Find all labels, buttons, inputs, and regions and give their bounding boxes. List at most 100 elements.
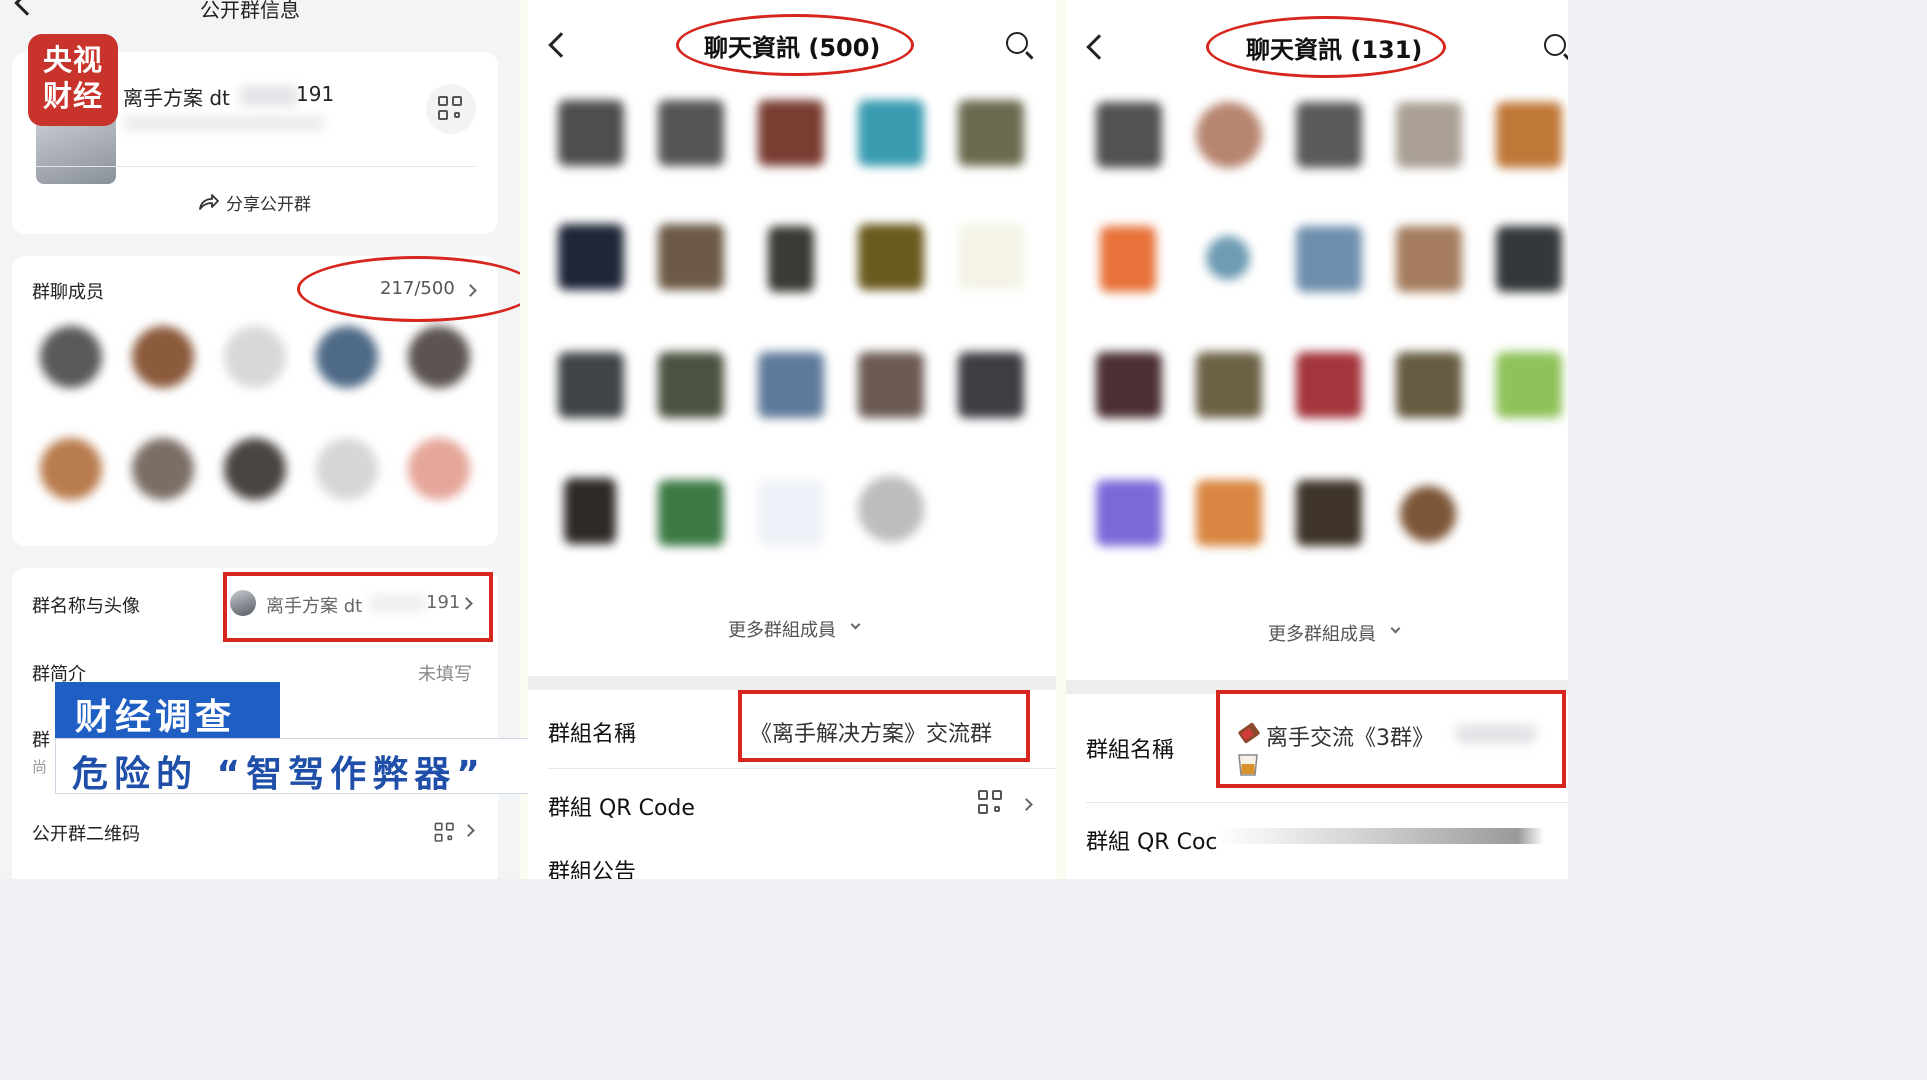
member-avatar[interactable] xyxy=(1196,480,1262,546)
page-title: 公开群信息 xyxy=(200,0,300,22)
member-avatar[interactable] xyxy=(132,438,194,500)
member-avatar[interactable] xyxy=(1296,480,1362,546)
highlight-title xyxy=(1206,16,1446,78)
member-avatar[interactable] xyxy=(658,352,724,418)
chevron-down-icon xyxy=(1390,623,1401,634)
redacted-subtitle xyxy=(124,116,324,130)
group-notice-label[interactable]: 群組公告 xyxy=(548,854,636,879)
member-avatar[interactable] xyxy=(1496,102,1562,168)
qr-code-icon xyxy=(438,96,464,122)
caption-headline-box: 危险的 “智驾作弊器” xyxy=(55,738,533,795)
member-avatar[interactable] xyxy=(1096,480,1162,546)
member-avatar[interactable] xyxy=(768,226,814,292)
member-avatar[interactable] xyxy=(1296,226,1362,292)
member-avatar[interactable] xyxy=(132,326,194,388)
group-qr-row[interactable]: 群組 QR Code xyxy=(528,770,1056,836)
more-members-label: 更多群組成員 xyxy=(1268,624,1376,645)
member-avatar[interactable] xyxy=(558,224,624,290)
member-avatar[interactable] xyxy=(564,478,616,544)
back-icon[interactable] xyxy=(548,32,574,58)
member-avatar[interactable] xyxy=(858,476,924,542)
qr-button[interactable] xyxy=(426,84,476,134)
qr-label: 公开群二维码 xyxy=(32,824,140,845)
member-avatar[interactable] xyxy=(758,480,824,546)
member-avatar[interactable] xyxy=(224,438,286,500)
back-icon[interactable] xyxy=(1086,34,1112,60)
member-avatar[interactable] xyxy=(316,438,378,500)
share-icon xyxy=(199,194,219,210)
member-avatar[interactable] xyxy=(858,352,924,418)
member-avatar[interactable] xyxy=(1296,102,1362,168)
group-qr-label: 群組 QR Code xyxy=(548,796,695,821)
highlight-members-count xyxy=(297,256,520,322)
member-avatar[interactable] xyxy=(1496,226,1562,292)
member-avatar[interactable] xyxy=(1100,226,1156,292)
member-avatar[interactable] xyxy=(224,326,286,388)
caption-headline: 危险的 “智驾作弊器” xyxy=(72,754,486,795)
group-name-label: 群組名稱 xyxy=(548,722,637,747)
chat-info-500-panel: 聊天資訊 (500) 更多群組成員 群組名稱 《离手解决方案》交流群 群組 QR… xyxy=(528,0,1056,879)
divider xyxy=(36,166,476,167)
members-label: 群聊成员 xyxy=(32,282,104,303)
highlight-group-name xyxy=(738,690,1030,762)
member-avatar[interactable] xyxy=(1296,352,1362,418)
member-avatar[interactable] xyxy=(758,100,824,166)
chat-info-131-panel: 聊天資訊 (131) 更多群組成員 群組名稱 离手交流《3群》 群組 QR Co… xyxy=(1066,0,1568,879)
member-avatar[interactable] xyxy=(1206,236,1250,280)
member-avatar[interactable] xyxy=(40,326,102,388)
caption-tag: 财经调查 xyxy=(75,697,236,738)
member-avatar[interactable] xyxy=(1096,102,1162,168)
member-avatar[interactable] xyxy=(958,224,1024,290)
member-avatar[interactable] xyxy=(558,352,624,418)
member-avatar[interactable] xyxy=(558,100,624,166)
search-icon[interactable] xyxy=(1544,34,1566,56)
member-avatar[interactable] xyxy=(316,326,378,388)
group-name-suffix: 191 xyxy=(296,82,335,106)
member-avatar[interactable] xyxy=(1196,102,1262,168)
separator xyxy=(1056,0,1066,879)
back-icon[interactable] xyxy=(14,0,40,16)
member-avatar[interactable] xyxy=(658,100,724,166)
member-avatar[interactable] xyxy=(758,352,824,418)
chevron-down-icon xyxy=(850,619,861,630)
qr-code-icon xyxy=(978,790,1004,816)
public-qr-row[interactable]: 公开群二维码 xyxy=(12,806,498,856)
highlight-group-name xyxy=(1216,690,1566,788)
member-avatar[interactable] xyxy=(658,480,724,546)
member-avatar[interactable] xyxy=(408,326,470,388)
member-avatar[interactable] xyxy=(408,438,470,500)
member-avatar[interactable] xyxy=(1396,102,1462,168)
row3-label: 群 xyxy=(32,730,50,751)
highlight-title xyxy=(676,14,914,76)
member-avatar[interactable] xyxy=(1400,486,1456,542)
member-avatar[interactable] xyxy=(1496,352,1562,418)
group-name-label: 群組名稱 xyxy=(1086,738,1175,763)
chevron-right-icon xyxy=(462,824,475,837)
redacted-text xyxy=(240,86,298,106)
member-avatar[interactable] xyxy=(658,224,724,290)
more-members-label: 更多群組成員 xyxy=(728,620,836,641)
group-qr-label: 群組 QR Coc xyxy=(1086,830,1218,855)
member-avatar[interactable] xyxy=(40,438,102,500)
group-qr-row[interactable]: 群組 QR Coc xyxy=(1066,806,1568,872)
group-name-prefix: 离手方案 dt xyxy=(123,86,230,110)
redaction-bar xyxy=(1216,828,1544,844)
row3-sublabel: 尚 xyxy=(32,758,48,776)
highlight-group-name xyxy=(223,572,493,642)
intro-value: 未填写 xyxy=(418,664,472,685)
cctv-finance-logo: 央视 财经 xyxy=(28,34,118,126)
member-avatar[interactable] xyxy=(1396,352,1462,418)
member-avatar[interactable] xyxy=(1396,226,1462,292)
logo-line-2: 财经 xyxy=(42,79,103,113)
chevron-right-icon xyxy=(1020,798,1033,811)
member-avatar[interactable] xyxy=(1096,352,1162,418)
member-avatar[interactable] xyxy=(858,100,924,166)
member-avatar[interactable] xyxy=(858,224,924,290)
caption-tag-box: 财经调查 xyxy=(55,682,280,738)
member-avatar[interactable] xyxy=(1196,352,1262,418)
member-avatar[interactable] xyxy=(958,352,1024,418)
share-public-group-button[interactable]: 分享公开群 xyxy=(198,190,398,216)
member-avatar[interactable] xyxy=(958,100,1024,166)
share-label: 分享公开群 xyxy=(226,195,311,215)
search-icon[interactable] xyxy=(1006,32,1028,54)
